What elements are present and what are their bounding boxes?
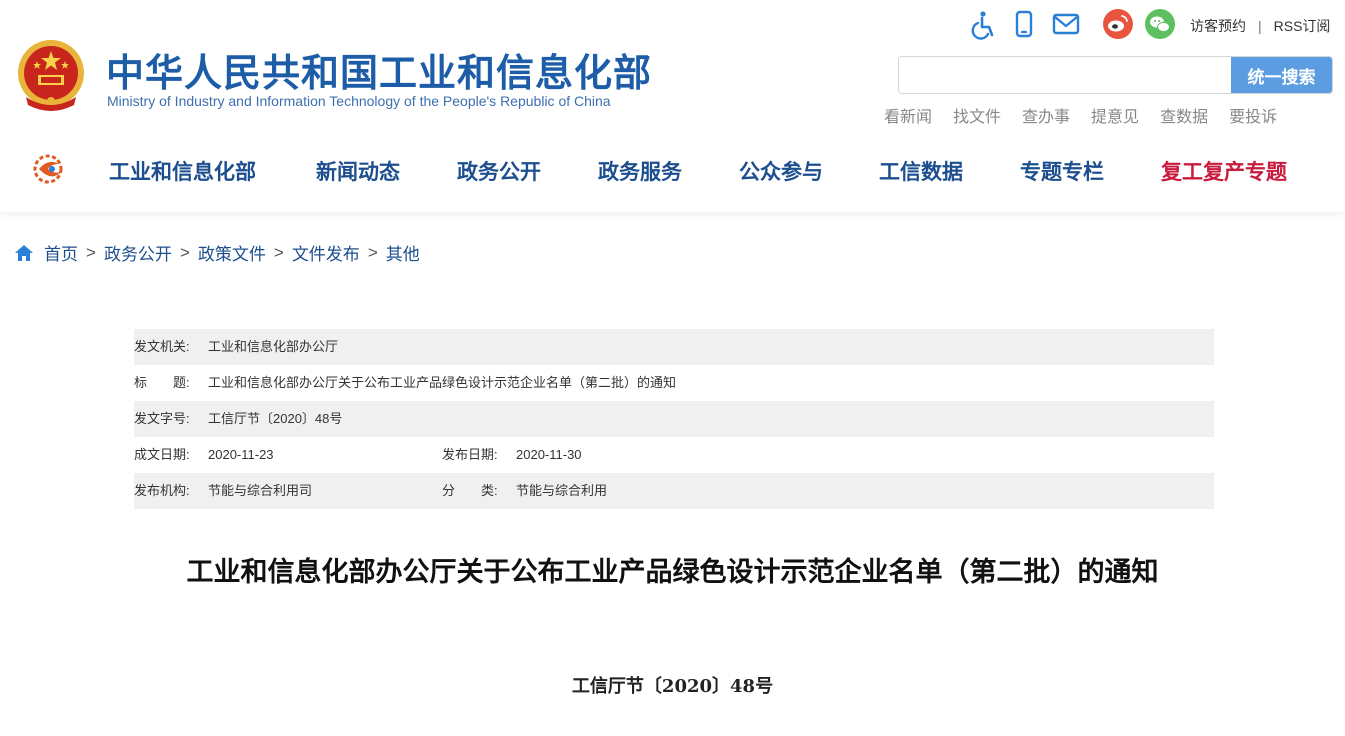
written-date-label: 成文日期: [134, 447, 190, 462]
visitor-appointment-link[interactable]: 访客预约 [1190, 18, 1246, 34]
mail-icon[interactable] [1050, 8, 1082, 40]
nav-item-resumption[interactable]: 复工复产专题 [1161, 156, 1287, 186]
breadcrumb-policy-docs[interactable]: 政策文件 [198, 240, 266, 265]
utility-links: 访客预约 | RSS订阅 [1190, 16, 1330, 36]
published-date-value: 2020-11-30 [516, 447, 582, 462]
info-row-doc-number: 发文字号: 工信厅节〔2020〕48号 [134, 401, 1214, 437]
search-input[interactable] [899, 57, 1233, 93]
title-label: 标 题: [134, 375, 190, 390]
nav-item-public-participation[interactable]: 公众参与 [739, 156, 823, 186]
breadcrumb-home[interactable]: 首页 [44, 240, 78, 265]
category-value: 节能与综合利用 [516, 483, 608, 498]
breadcrumb-gov-affairs[interactable]: 政务公开 [104, 240, 172, 265]
breadcrumb-separator: > [86, 242, 96, 262]
breadcrumb-separator: > [367, 242, 378, 262]
title-value: 工业和信息化部办公厅关于公布工业产品绿色设计示范企业名单（第二批）的通知 [208, 375, 677, 390]
quick-links: 看新闻 找文件 查办事 提意见 查数据 要投诉 [884, 103, 1298, 127]
ministry-logo-icon[interactable] [31, 152, 67, 186]
breadcrumb-separator: > [273, 242, 284, 262]
doc-number-value: 工信厅节〔2020〕48号 [208, 411, 343, 426]
mobile-icon[interactable] [1008, 8, 1040, 40]
info-row-org: 发布机构: 节能与综合利用司 分 类: 节能与综合利用 [134, 473, 1214, 509]
published-date-label: 发布日期: [442, 447, 498, 462]
breadcrumb-other[interactable]: 其他 [386, 240, 420, 265]
nav-item-news[interactable]: 新闻动态 [316, 156, 400, 186]
quick-link-data[interactable]: 查数据 [1160, 103, 1208, 127]
home-icon[interactable] [14, 243, 34, 263]
org-value: 节能与综合利用司 [208, 483, 313, 498]
issuer-label: 发文机关: [134, 339, 190, 354]
site-title: 中华人民共和国工业和信息化部 [106, 51, 653, 95]
breadcrumb-doc-release[interactable]: 文件发布 [292, 240, 360, 265]
document-info-table: 发文机关: 工业和信息化部办公厅 标 题: 工业和信息化部办公厅关于公布工业产品… [134, 329, 1214, 509]
search-box: 统一搜索 [898, 56, 1333, 94]
issuer-value: 工业和信息化部办公厅 [208, 339, 339, 354]
site-header: 中华人民共和国工业和信息化部 Ministry of Industry and … [0, 0, 1345, 212]
quick-link-feedback[interactable]: 提意见 [1091, 103, 1139, 127]
search-button[interactable]: 统一搜索 [1231, 57, 1332, 93]
quick-link-services[interactable]: 查办事 [1022, 103, 1070, 127]
rss-link[interactable]: RSS订阅 [1274, 18, 1331, 34]
org-label: 发布机构: [134, 483, 190, 498]
util-separator: | [1258, 18, 1262, 34]
info-row-dates: 成文日期: 2020-11-23 发布日期: 2020-11-30 [134, 437, 1214, 473]
nav-item-gov-services[interactable]: 政务服务 [598, 156, 682, 186]
document-number: 工信厅节〔2020〕48号 [571, 676, 774, 697]
nav-item-ministry[interactable]: 工业和信息化部 [109, 156, 256, 186]
site-subtitle: Ministry of Industry and Information Tec… [107, 93, 611, 109]
nav-item-gov-affairs[interactable]: 政务公开 [457, 156, 541, 186]
quick-link-documents[interactable]: 找文件 [953, 103, 1001, 127]
document-title: 工业和信息化部办公厅关于公布工业产品绿色设计示范企业名单（第二批）的通知 [186, 557, 1159, 588]
info-row-title: 标 题: 工业和信息化部办公厅关于公布工业产品绿色设计示范企业名单（第二批）的通… [134, 365, 1214, 401]
quick-link-news[interactable]: 看新闻 [884, 103, 932, 127]
doc-number-label: 发文字号: [134, 411, 190, 426]
weibo-icon[interactable] [1102, 8, 1134, 40]
accessibility-icon[interactable] [966, 8, 998, 40]
breadcrumb: 首页 > 政务公开 > 政策文件 > 文件发布 > 其他 [14, 240, 420, 265]
quick-link-complaint[interactable]: 要投诉 [1229, 103, 1277, 127]
national-emblem-icon [18, 40, 84, 111]
info-row-issuer: 发文机关: 工业和信息化部办公厅 [134, 329, 1214, 365]
written-date-value: 2020-11-23 [208, 447, 274, 462]
nav-item-data[interactable]: 工信数据 [879, 156, 963, 186]
wechat-icon[interactable] [1144, 8, 1176, 40]
breadcrumb-separator: > [179, 242, 190, 262]
category-label: 分 类: [442, 483, 498, 498]
nav-item-topics[interactable]: 专题专栏 [1020, 156, 1104, 186]
